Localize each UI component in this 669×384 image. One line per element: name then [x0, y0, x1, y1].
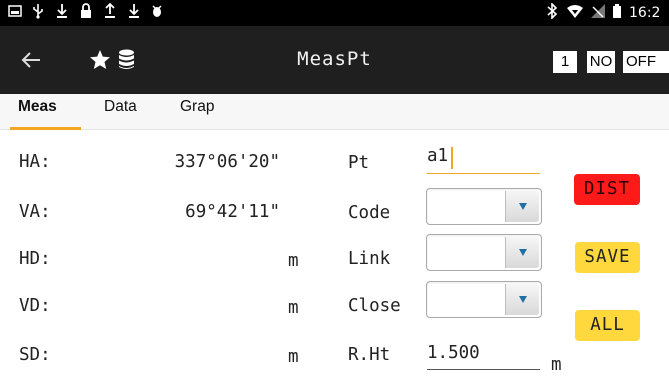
- vd-label: VD:: [19, 296, 51, 316]
- save-button[interactable]: SAVE: [575, 242, 640, 273]
- hd-label: HD:: [19, 249, 51, 269]
- link-select[interactable]: [426, 234, 542, 271]
- app-bar: MeasPt 1 NO OFF: [0, 26, 669, 94]
- rht-input[interactable]: 1.500: [427, 340, 540, 370]
- tab-bar: Meas Data Grap: [0, 94, 669, 130]
- tab-grap[interactable]: Grap: [180, 98, 214, 116]
- code-select[interactable]: [426, 188, 542, 225]
- dist-button[interactable]: DIST: [574, 174, 640, 205]
- code-dropdown-button[interactable]: [505, 191, 539, 222]
- link-dropdown-button[interactable]: [505, 237, 539, 268]
- battery-icon: [612, 3, 622, 24]
- download-icon: [128, 3, 140, 24]
- pt-input[interactable]: a1: [427, 144, 540, 174]
- sd-label: SD:: [19, 345, 51, 365]
- bluetooth-icon: [546, 2, 558, 24]
- pt-label: Pt: [348, 153, 370, 173]
- rht-label: R.Ht: [348, 345, 391, 365]
- va-value: 69°42'11": [185, 202, 280, 222]
- tab-data[interactable]: Data: [104, 98, 137, 116]
- upload-icon: [104, 2, 116, 24]
- lock-icon: [80, 3, 92, 24]
- status-bar: 16:2: [0, 0, 669, 26]
- sd-unit: m: [288, 347, 299, 367]
- link-label: Link: [348, 249, 391, 269]
- close-dropdown-button[interactable]: [505, 284, 539, 315]
- wifi-icon: [566, 3, 584, 24]
- bug-icon: [151, 3, 163, 24]
- chevron-down-icon: [519, 296, 527, 303]
- all-button[interactable]: ALL: [575, 310, 640, 341]
- download-icon: [56, 3, 68, 24]
- hd-unit: m: [288, 251, 299, 271]
- tab-meas[interactable]: Meas: [18, 98, 57, 116]
- rht-unit: m: [551, 355, 562, 375]
- close-label: Close: [348, 296, 401, 316]
- signal-icon: [590, 3, 606, 24]
- vd-unit: m: [288, 298, 299, 318]
- usb-icon: [32, 3, 44, 24]
- station-number-chip[interactable]: 1: [553, 51, 577, 73]
- text-cursor: [451, 147, 453, 169]
- pt-input-value: a1: [427, 146, 449, 166]
- active-tab-indicator: [10, 127, 81, 130]
- image-icon: [8, 3, 22, 23]
- va-label: VA:: [19, 202, 51, 222]
- ha-value: 337°06'20": [174, 152, 280, 172]
- close-select[interactable]: [426, 281, 542, 318]
- off-chip[interactable]: OFF: [623, 51, 669, 73]
- rht-input-value: 1.500: [427, 343, 480, 363]
- code-label: Code: [348, 203, 391, 223]
- ha-label: HA:: [19, 152, 51, 172]
- status-time: 16:2: [629, 5, 661, 21]
- chevron-down-icon: [519, 249, 527, 256]
- chevron-down-icon: [519, 203, 527, 210]
- no-chip[interactable]: NO: [587, 51, 615, 73]
